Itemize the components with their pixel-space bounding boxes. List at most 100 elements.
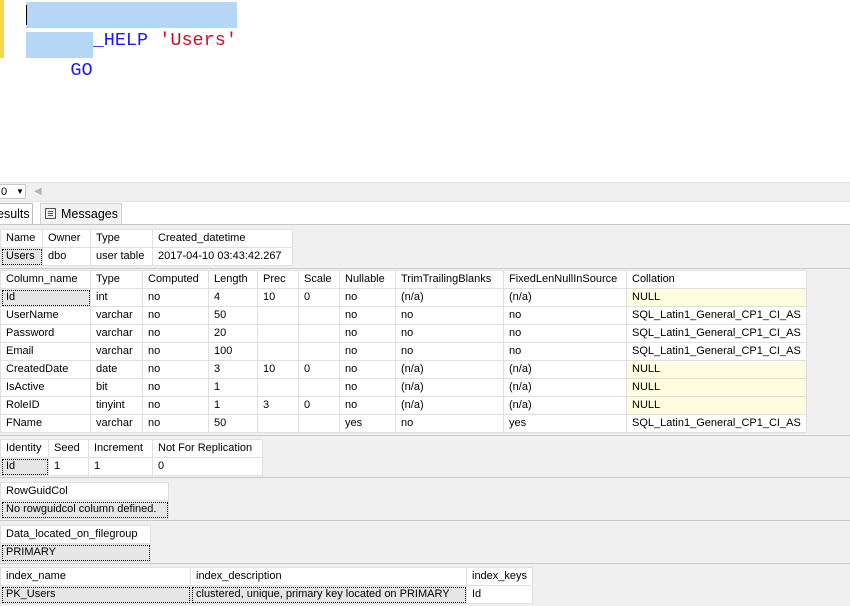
grid-cell[interactable]: SQL_Latin1_General_CP1_CI_AS xyxy=(627,415,807,433)
table-row[interactable]: No rowguidcol column defined. xyxy=(1,501,169,519)
grid-cell[interactable]: no xyxy=(143,415,209,433)
grid-cell[interactable]: 0 xyxy=(299,289,340,307)
column-header[interactable]: Nullable xyxy=(340,271,396,289)
code-line-2[interactable]: GO xyxy=(26,32,93,58)
table-row[interactable]: PRIMARY xyxy=(1,544,151,562)
table-row[interactable]: UserName varchar no 50 no no no SQL_Lati… xyxy=(1,307,807,325)
grid-cell[interactable]: (n/a) xyxy=(504,289,627,307)
column-header[interactable]: Identity xyxy=(1,440,49,458)
grid-cell[interactable]: Id xyxy=(1,458,49,476)
grid-cell[interactable]: no xyxy=(396,415,504,433)
grid-cell[interactable]: RoleID xyxy=(1,397,91,415)
grid-cell[interactable]: No rowguidcol column defined. xyxy=(1,501,169,519)
grid-cell[interactable]: 100 xyxy=(209,343,258,361)
column-header[interactable]: FixedLenNullInSource xyxy=(504,271,627,289)
grid-cell[interactable]: (n/a) xyxy=(396,289,504,307)
tab-results[interactable]: esults xyxy=(0,203,33,224)
grid-cell[interactable]: no xyxy=(143,307,209,325)
grid-cell[interactable]: NULL xyxy=(627,361,807,379)
grid-cell[interactable]: no xyxy=(340,361,396,379)
grid-cell[interactable]: Id xyxy=(467,586,533,604)
grid-cell[interactable]: no xyxy=(340,343,396,361)
grid-cell[interactable]: no xyxy=(504,325,627,343)
grid-cell[interactable]: Email xyxy=(1,343,91,361)
grid-cell[interactable] xyxy=(258,343,299,361)
grid-cell[interactable]: no xyxy=(396,343,504,361)
grid-cell[interactable] xyxy=(258,415,299,433)
grid-cell[interactable]: PRIMARY xyxy=(1,544,151,562)
grid-cell[interactable]: varchar xyxy=(91,415,143,433)
column-header[interactable]: index_description xyxy=(191,568,467,586)
grid-cell[interactable]: (n/a) xyxy=(396,379,504,397)
grid-cell[interactable]: no xyxy=(340,379,396,397)
grid-cell[interactable]: int xyxy=(91,289,143,307)
grid-cell[interactable]: no xyxy=(504,307,627,325)
grid-cell[interactable]: 10 xyxy=(258,289,299,307)
grid-cell[interactable]: FName xyxy=(1,415,91,433)
grid-cell[interactable]: 3 xyxy=(209,361,258,379)
grid-cell[interactable]: 50 xyxy=(209,415,258,433)
column-header[interactable]: index_keys xyxy=(467,568,533,586)
grid-cell[interactable]: (n/a) xyxy=(396,361,504,379)
grid-cell[interactable]: 1 xyxy=(209,397,258,415)
column-header[interactable]: Seed xyxy=(49,440,89,458)
scroll-left-icon[interactable]: ◀ xyxy=(34,183,42,201)
column-header[interactable]: Increment xyxy=(89,440,153,458)
grid-cell[interactable]: no xyxy=(143,289,209,307)
grid-cell[interactable]: SQL_Latin1_General_CP1_CI_AS xyxy=(627,343,807,361)
grid-cell[interactable]: 1 xyxy=(49,458,89,476)
grid-cell[interactable]: NULL xyxy=(627,397,807,415)
grid-cell[interactable] xyxy=(299,343,340,361)
index-grid[interactable]: index_name index_description index_keys … xyxy=(0,567,533,604)
column-header[interactable]: Prec xyxy=(258,271,299,289)
grid-cell[interactable]: clustered, unique, primary key located o… xyxy=(191,586,467,604)
table-row[interactable]: RoleID tinyint no 1 3 0 no (n/a) (n/a) N… xyxy=(1,397,807,415)
grid-cell[interactable]: yes xyxy=(340,415,396,433)
grid-cell[interactable]: CreatedDate xyxy=(1,361,91,379)
grid-cell[interactable]: 1 xyxy=(209,379,258,397)
column-header[interactable]: Type xyxy=(91,230,153,248)
table-row[interactable]: CreatedDate date no 3 10 0 no (n/a) (n/a… xyxy=(1,361,807,379)
grid-cell[interactable]: UserName xyxy=(1,307,91,325)
grid-cell[interactable]: 50 xyxy=(209,307,258,325)
table-row[interactable]: Email varchar no 100 no no no SQL_Latin1… xyxy=(1,343,807,361)
table-row[interactable]: Users dbo user table 2017-04-10 03:43:42… xyxy=(1,248,293,266)
grid-cell[interactable]: no xyxy=(340,325,396,343)
grid-cell[interactable] xyxy=(299,415,340,433)
grid-cell[interactable]: 0 xyxy=(299,361,340,379)
grid-cell[interactable]: bit xyxy=(91,379,143,397)
column-header[interactable]: Created_datetime xyxy=(153,230,293,248)
grid-cell[interactable]: user table xyxy=(91,248,153,266)
column-header[interactable]: Type xyxy=(91,271,143,289)
grid-cell[interactable]: Password xyxy=(1,325,91,343)
grid-cell[interactable]: yes xyxy=(504,415,627,433)
grid-cell[interactable]: varchar xyxy=(91,325,143,343)
grid-cell[interactable] xyxy=(258,325,299,343)
grid-cell[interactable]: no xyxy=(340,397,396,415)
grid-cell[interactable]: tinyint xyxy=(91,397,143,415)
tab-messages[interactable]: Messages xyxy=(40,203,122,224)
chevron-down-icon[interactable]: ▼ xyxy=(16,184,24,199)
column-header[interactable]: Data_located_on_filegroup xyxy=(1,526,151,544)
grid-cell[interactable]: 20 xyxy=(209,325,258,343)
grid-cell[interactable] xyxy=(299,325,340,343)
grid-cell[interactable]: (n/a) xyxy=(504,361,627,379)
table-row[interactable]: PK_Users clustered, unique, primary key … xyxy=(1,586,533,604)
query-editor[interactable]: SP_HELP 'Users' GO xyxy=(0,0,850,182)
grid-cell[interactable]: 10 xyxy=(258,361,299,379)
grid-cell[interactable]: no xyxy=(340,289,396,307)
grid-cell[interactable]: 4 xyxy=(209,289,258,307)
columns-grid[interactable]: Column_name Type Computed Length Prec Sc… xyxy=(0,270,807,433)
column-header[interactable]: Scale xyxy=(299,271,340,289)
grid-cell[interactable]: no xyxy=(396,307,504,325)
column-header[interactable]: Name xyxy=(1,230,43,248)
column-header[interactable]: Owner xyxy=(43,230,91,248)
grid-cell[interactable]: no xyxy=(143,361,209,379)
column-header[interactable]: TrimTrailingBlanks xyxy=(396,271,504,289)
grid-cell[interactable]: SQL_Latin1_General_CP1_CI_AS xyxy=(627,307,807,325)
grid-cell[interactable]: PK_Users xyxy=(1,586,191,604)
rowguidcol-grid[interactable]: RowGuidCol No rowguidcol column defined. xyxy=(0,482,169,519)
grid-cell[interactable]: 1 xyxy=(89,458,153,476)
grid-cell[interactable]: varchar xyxy=(91,307,143,325)
column-header[interactable]: RowGuidCol xyxy=(1,483,169,501)
